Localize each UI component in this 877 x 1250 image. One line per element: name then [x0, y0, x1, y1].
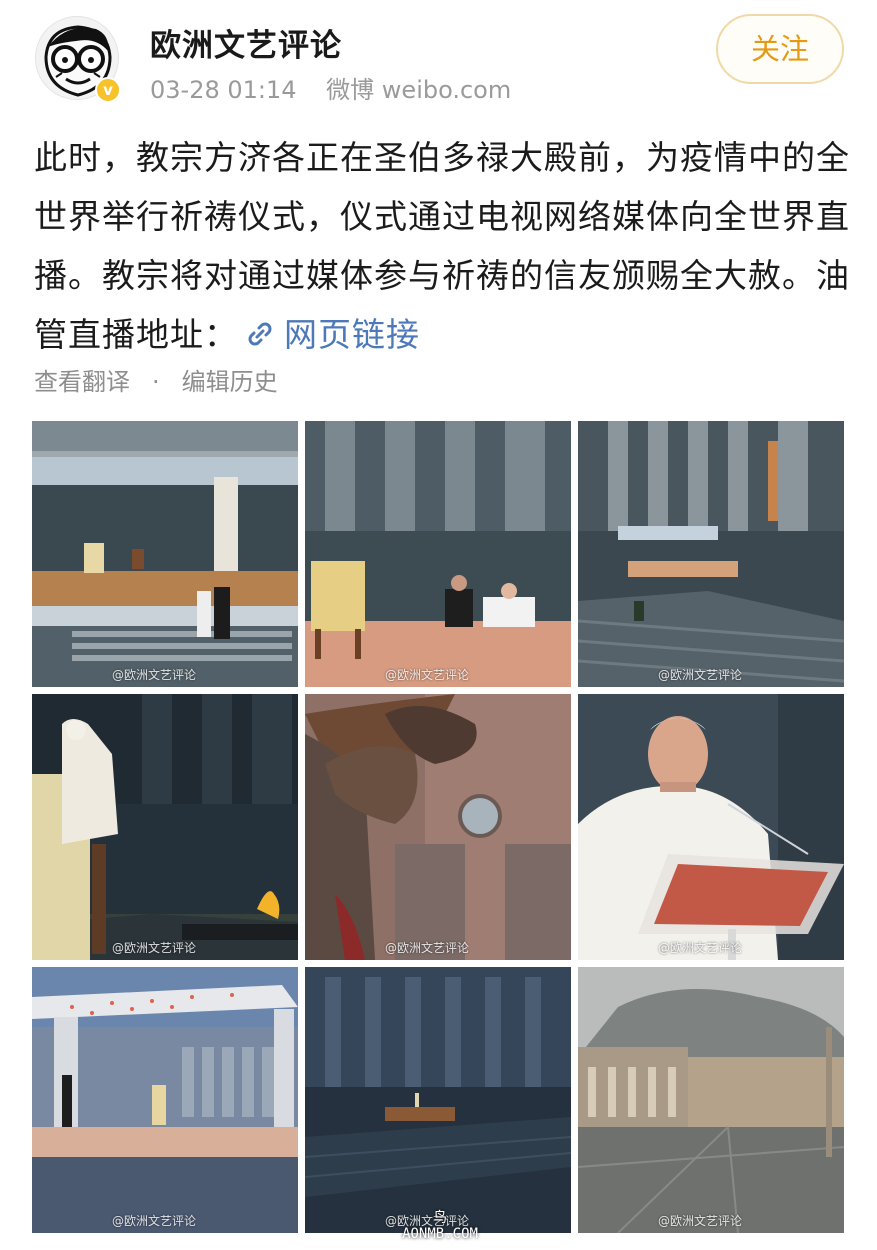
- image-watermark: @欧洲文艺评论: [112, 1214, 197, 1228]
- site-watermark: 鸟 AONMB.COM: [380, 1210, 500, 1242]
- photo-basilica-night: [305, 967, 571, 1233]
- image-watermark: @欧洲文艺评论: [658, 668, 743, 682]
- image-thumbnail-9[interactable]: @欧洲文艺评论: [578, 967, 844, 1233]
- image-watermark: @欧洲文艺评论: [112, 941, 197, 955]
- photo-pope-seated: [305, 421, 571, 687]
- site-watermark-line1: 鸟: [433, 1210, 447, 1226]
- photo-pope-platform: [32, 421, 298, 687]
- photo-pope-back-view: [32, 694, 298, 960]
- post-header: v 欧洲文艺评论 03-28 01:14 微博 weibo.com 关注: [0, 0, 877, 115]
- image-thumbnail-3[interactable]: @欧洲文艺评论: [578, 421, 844, 687]
- site-watermark-line2: AONMB.COM: [402, 1226, 478, 1242]
- photo-pope-lectern: [578, 694, 844, 960]
- image-watermark: @欧洲文艺评论: [658, 1214, 743, 1228]
- web-link[interactable]: 网页链接: [238, 315, 420, 354]
- web-link-label: 网页链接: [284, 315, 420, 354]
- image-thumbnail-5[interactable]: @欧洲文艺评论: [305, 694, 571, 960]
- post-source: 微博 weibo.com: [326, 76, 512, 104]
- separator: ·: [152, 368, 160, 396]
- post-actions: 查看翻译 · 编辑历史: [34, 362, 278, 397]
- image-thumbnail-6[interactable]: @欧洲文艺评论: [578, 694, 844, 960]
- image-thumbnail-2[interactable]: @欧洲文艺评论: [305, 421, 571, 687]
- photo-canopy-dusk: [32, 967, 298, 1233]
- image-grid: @欧洲文艺评论 @欧洲文艺评论 @欧洲文艺评论 @欧洲文艺评论 @欧洲文艺评论 …: [32, 421, 844, 1233]
- image-watermark: @欧洲文艺评论: [385, 941, 470, 955]
- post-meta: 03-28 01:14 微博 weibo.com: [150, 70, 533, 105]
- post-text: 此时，教宗方济各正在圣伯多禄大殿前，为疫情中的全世界举行祈祷仪式，仪式通过电视网…: [34, 128, 854, 364]
- image-watermark: @欧洲文艺评论: [385, 668, 470, 682]
- image-watermark: @欧洲文艺评论: [112, 668, 197, 682]
- image-watermark: @欧洲文艺评论: [658, 941, 743, 955]
- image-thumbnail-7[interactable]: @欧洲文艺评论: [32, 967, 298, 1233]
- post-body: 此时，教宗方济各正在圣伯多禄大殿前，为疫情中的全世界举行祈祷仪式，仪式通过电视网…: [34, 138, 850, 354]
- link-icon: [248, 322, 272, 346]
- photo-crucifix: [305, 694, 571, 960]
- username[interactable]: 欧洲文艺评论: [150, 20, 342, 65]
- verified-badge-icon: v: [95, 77, 121, 103]
- translate-link[interactable]: 查看翻译: [34, 368, 130, 396]
- image-thumbnail-8[interactable]: @欧洲文艺评论: [305, 967, 571, 1233]
- follow-button[interactable]: 关注: [716, 14, 844, 84]
- photo-square-cloudy: [578, 967, 844, 1233]
- post-timestamp: 03-28 01:14: [150, 76, 297, 104]
- image-thumbnail-1[interactable]: @欧洲文艺评论: [32, 421, 298, 687]
- image-thumbnail-4[interactable]: @欧洲文艺评论: [32, 694, 298, 960]
- photo-empty-square: [578, 421, 844, 687]
- edit-history-link[interactable]: 编辑历史: [182, 368, 278, 396]
